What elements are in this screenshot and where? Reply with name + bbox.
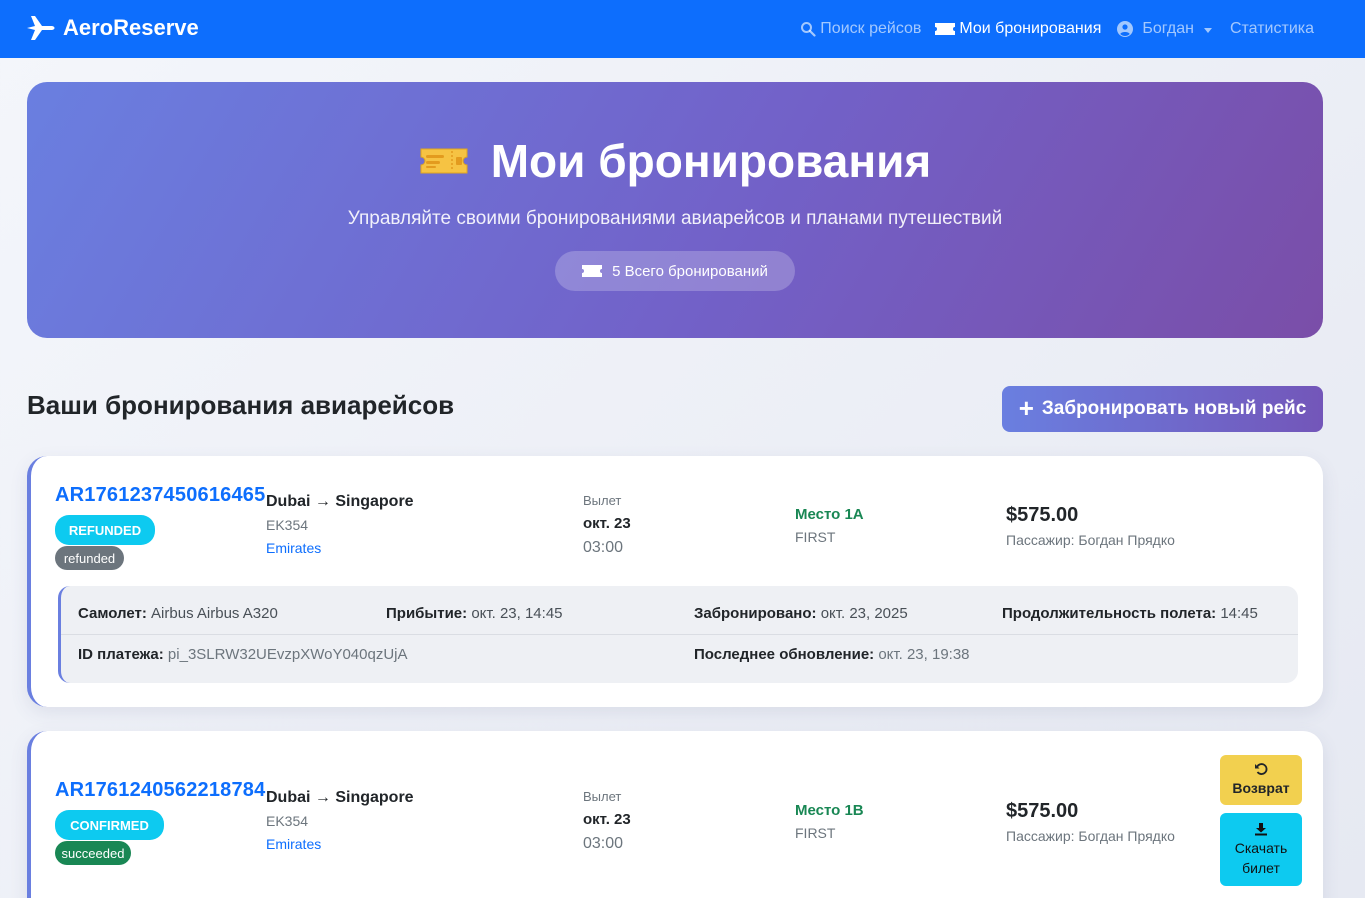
total-bookings-badge: 5 Всего бронирований: [555, 251, 795, 291]
ticket-emoji-icon: [420, 148, 468, 174]
chevron-down-icon: [1203, 27, 1212, 33]
payment-status-badge: refunded: [55, 546, 124, 570]
booking-card: AR1761240562218784 CONFIRMED succeeded D…: [27, 731, 1323, 898]
status-badge: REFUNDED: [55, 515, 155, 545]
booking-price: $575.00: [1006, 504, 1079, 526]
brand-name: AeroReserve: [63, 15, 199, 40]
navbar: AeroReserve Поиск рейсов Мои бронировани…: [0, 0, 1365, 58]
flight-number: EK354: [266, 813, 309, 829]
booking-reference[interactable]: AR1761240562218784: [55, 779, 265, 802]
booking-card: AR1761237450616465 REFUNDED refunded Dub…: [27, 456, 1323, 707]
ticket-icon: [582, 265, 603, 277]
details-divider: [61, 634, 1298, 635]
detail-last-updated: Последнее обновление: окт. 23, 19:38: [694, 646, 970, 663]
flight-route: Dubai → Singapore: [266, 789, 414, 806]
seat-class: FIRST: [795, 825, 836, 841]
detail-arrival-value: окт. 23, 14:45: [471, 605, 563, 622]
airline-name: Emirates: [266, 540, 322, 556]
section-title: Ваши бронирования авиарейсов: [27, 390, 455, 420]
download-label-line2: билет: [1242, 859, 1280, 876]
detail-last-updated-label: Последнее обновление:: [694, 646, 875, 663]
detail-booked-value: окт. 23, 2025: [820, 605, 908, 622]
detail-payment-id-label: ID платежа:: [78, 646, 164, 663]
nav-statistics-label: Статистика: [1229, 20, 1314, 37]
departure-label: Вылет: [583, 493, 622, 508]
departure-label: Вылет: [583, 789, 622, 804]
status-badge: CONFIRMED: [55, 810, 164, 840]
detail-booked: Забронировано: окт. 23, 2025: [694, 605, 908, 622]
departure-date: окт. 23: [583, 811, 631, 828]
brand[interactable]: AeroReserve: [25, 14, 199, 42]
nav-search-flights-label: Поиск рейсов: [820, 20, 922, 37]
detail-aircraft: Самолет: Airbus Airbus A320: [78, 605, 278, 622]
hero-subtitle: Управляйте своими бронированиями авиарей…: [347, 208, 1003, 229]
payment-status-badge: succeeded: [55, 841, 131, 865]
flight-route: Dubai → Singapore: [266, 493, 414, 510]
download-icon: [1255, 822, 1267, 835]
passenger-name: Пассажир: Богдан Прядко: [1006, 532, 1175, 548]
ticket-icon: [935, 23, 956, 35]
departure-time: 03:00: [583, 835, 624, 852]
passenger-name: Пассажир: Богдан Прядко: [1006, 828, 1175, 844]
book-new-flight-label: Забронировать новый рейс: [1041, 398, 1307, 419]
plus-icon: +: [1018, 393, 1034, 423]
book-new-flight-button[interactable]: + Забронировать новый рейс: [1002, 386, 1323, 432]
refund-label: Возврат: [1232, 780, 1290, 796]
nav-statistics[interactable]: Статистика: [1230, 20, 1314, 38]
user-circle-icon: [1117, 21, 1134, 37]
nav-user-label: Богдан: [1142, 20, 1194, 37]
detail-last-updated-value: окт. 23, 19:38: [878, 646, 970, 663]
departure-date: окт. 23: [583, 515, 631, 532]
refund-button[interactable]: Возврат: [1220, 755, 1302, 805]
detail-aircraft-label: Самолет:: [78, 605, 147, 622]
detail-duration-value: 14:45: [1220, 605, 1258, 622]
plane-icon: [27, 16, 55, 40]
detail-payment-id: ID платежа: pi_3SLRW32UEvzpXWoY040qzUjA: [78, 646, 408, 663]
detail-duration: Продолжительность полета: 14:45: [1002, 605, 1258, 622]
nav-search-flights[interactable]: Поиск рейсов: [800, 20, 921, 38]
detail-duration-label: Продолжительность полета:: [1002, 605, 1217, 622]
undo-icon: [1255, 763, 1268, 775]
seat-number: Место 1B: [795, 802, 864, 819]
booking-reference[interactable]: AR1761237450616465: [55, 484, 265, 507]
nav-menu: Поиск рейсов Мои бронирования Богдан Ста…: [800, 0, 1314, 58]
airline-name: Emirates: [266, 836, 322, 852]
hero-banner: Мои бронирования Управляйте своими брони…: [27, 82, 1323, 338]
nav-my-bookings-label: Мои бронирования: [959, 20, 1102, 37]
total-bookings-label: 5 Всего бронирований: [612, 262, 768, 280]
detail-arrival: Прибытие: окт. 23, 14:45: [386, 605, 563, 622]
nav-my-bookings[interactable]: Мои бронирования: [935, 20, 1101, 38]
download-ticket-button[interactable]: Скачать билет: [1220, 813, 1302, 886]
hero-title-row: Мои бронирования: [27, 134, 1323, 188]
page-title: Мои бронирования: [490, 135, 932, 187]
seat-number: Место 1A: [795, 506, 864, 523]
detail-arrival-label: Прибытие:: [386, 605, 468, 622]
flight-number: EK354: [266, 517, 309, 533]
download-label-line1: Скачать: [1234, 839, 1288, 856]
booking-details-panel: Самолет: Airbus Airbus A320 Прибытие: ок…: [58, 586, 1298, 683]
booking-price: $575.00: [1006, 800, 1079, 822]
search-icon: [801, 22, 816, 37]
detail-booked-label: Забронировано:: [694, 605, 817, 622]
nav-user-dropdown[interactable]: Богдан: [1117, 20, 1212, 38]
departure-time: 03:00: [583, 539, 624, 556]
detail-aircraft-value: Airbus Airbus A320: [151, 605, 278, 622]
detail-payment-id-value: pi_3SLRW32UEvzpXWoY040qzUjA: [167, 646, 408, 663]
seat-class: FIRST: [795, 529, 836, 545]
